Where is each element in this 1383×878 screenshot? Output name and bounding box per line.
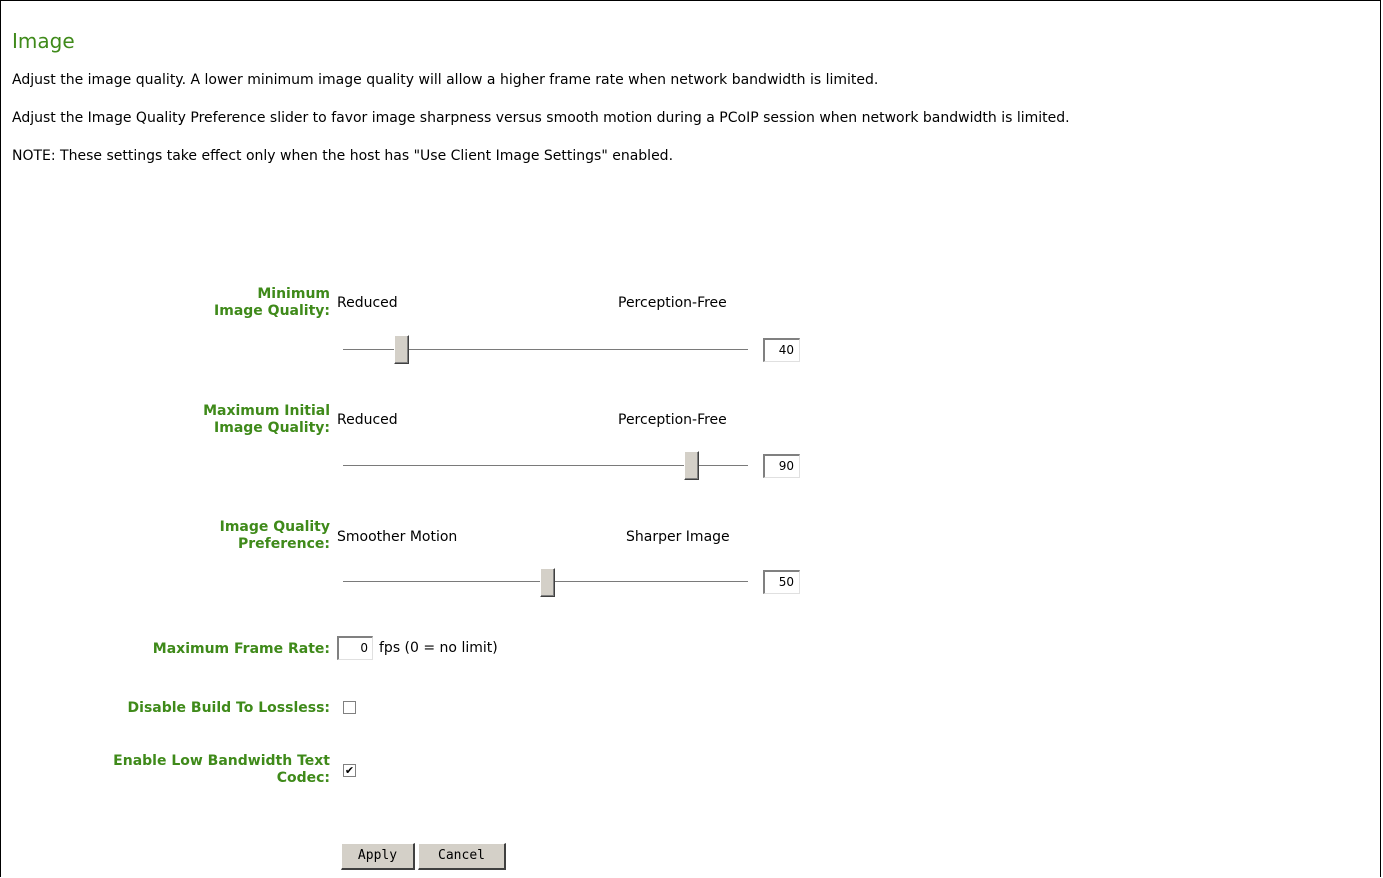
min-quality-slider-thumb[interactable] — [394, 335, 409, 364]
low-bandwidth-codec-checkbox[interactable]: ✔ — [343, 764, 356, 777]
label-line: Preference: — [237, 536, 330, 552]
disable-build-lossless-label: Disable Build To Lossless: — [127, 700, 330, 716]
preference-right-text: Sharper Image — [626, 529, 730, 545]
min-quality-right-text: Perception-Free — [618, 295, 727, 311]
note-text: NOTE: These settings take effect only wh… — [12, 148, 674, 164]
fps-suffix: fps (0 = no limit) — [379, 640, 498, 656]
label-line: Image Quality: — [214, 420, 330, 436]
preference-slider-thumb[interactable] — [540, 568, 555, 597]
description-1: Adjust the image quality. A lower minimu… — [12, 72, 879, 88]
min-quality-left-text: Reduced — [337, 295, 398, 311]
apply-button[interactable]: Apply — [341, 843, 415, 870]
max-quality-slider-thumb[interactable] — [684, 451, 699, 480]
max-quality-left-text: Reduced — [337, 412, 398, 428]
label-line: Minimum — [257, 286, 330, 302]
disable-build-lossless-checkbox[interactable] — [343, 701, 356, 714]
preference-left-text: Smoother Motion — [337, 529, 458, 545]
description-2: Adjust the Image Quality Preference slid… — [12, 110, 1070, 126]
label-line: Image Quality — [219, 519, 330, 535]
quality-preference-label: Image Quality Preference: — [30, 519, 330, 553]
label-line: Maximum Initial — [203, 403, 330, 419]
page-title: Image — [12, 29, 75, 53]
cancel-button[interactable]: Cancel — [418, 843, 506, 870]
label-line: Image Quality: — [214, 303, 330, 319]
low-bandwidth-codec-label: Enable Low Bandwidth Text Codec: — [30, 753, 330, 787]
min-image-quality-label: Minimum Image Quality: — [30, 286, 330, 320]
content-frame — [0, 0, 1381, 877]
max-frame-rate-label: Maximum Frame Rate: — [152, 641, 330, 657]
preference-value-field[interactable]: 50 — [763, 570, 800, 594]
max-quality-value-field[interactable]: 90 — [763, 454, 800, 478]
max-quality-right-text: Perception-Free — [618, 412, 727, 428]
label-line: Codec: — [276, 770, 330, 786]
min-quality-value-field[interactable]: 40 — [763, 338, 800, 362]
max-frame-rate-input[interactable]: 0 — [337, 636, 373, 660]
label-line: Enable Low Bandwidth Text — [113, 753, 330, 769]
max-initial-quality-label: Maximum Initial Image Quality: — [30, 403, 330, 437]
